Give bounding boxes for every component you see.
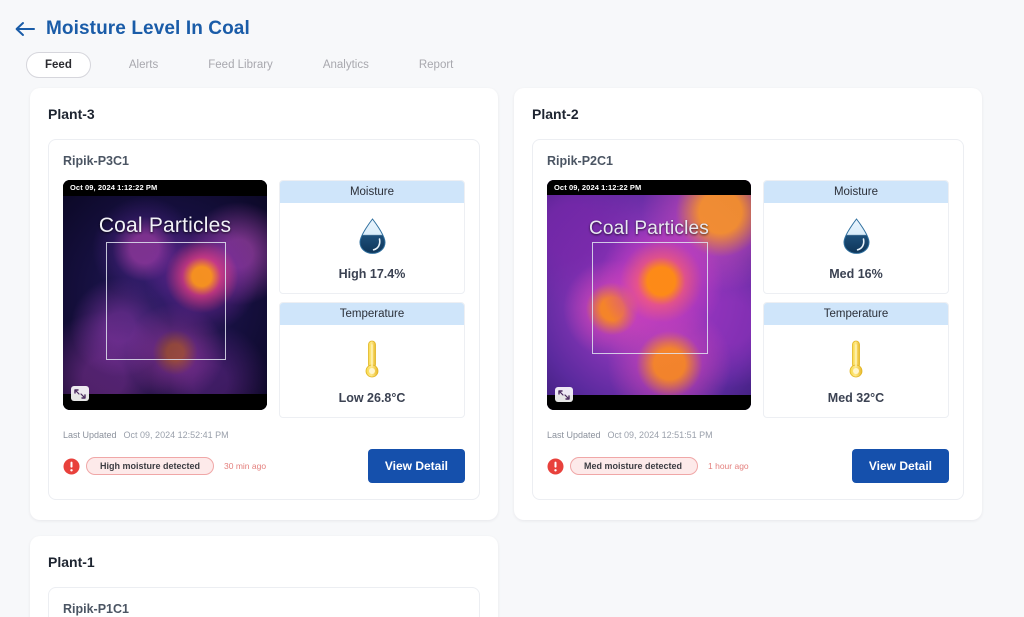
thermal-image[interactable]: Oct 09, 2024 1:12:22 PM Coal Particles: [547, 180, 751, 410]
tab-alerts[interactable]: Alerts: [117, 53, 170, 77]
arrow-left-icon[interactable]: [14, 18, 36, 40]
thermal-bottom-bar: [547, 395, 751, 410]
region-of-interest-box: [592, 242, 708, 354]
thermometer-icon: [846, 339, 866, 384]
feed-footer: Last Updated Oct 09, 2024 12:51:51 PM Med…: [547, 430, 949, 483]
metric-moisture: Moisture: [279, 180, 465, 294]
metric-body: Med 16%: [764, 203, 948, 293]
plant-card-grid: Plant-3 Ripik-P3C1 Oct 09, 2024 1:12:22 …: [30, 88, 994, 617]
footer-row: High moisture detected 30 min ago View D…: [63, 449, 465, 483]
metric-body: Low 26.8°C: [280, 325, 464, 417]
water-droplet-icon: [357, 217, 388, 260]
feed-name: Ripik-P3C1: [63, 154, 129, 168]
page-title: Moisture Level In Coal: [46, 18, 250, 39]
thermal-overlay-label: Coal Particles: [98, 214, 232, 237]
plant-card: Plant-2 Ripik-P2C1 Oct 09, 2024 1:12:22 …: [514, 88, 982, 520]
view-detail-button[interactable]: View Detail: [851, 449, 949, 483]
metric-moisture: Moisture: [763, 180, 949, 294]
alert-exclamation-icon: [547, 458, 564, 475]
alert-exclamation-icon: [63, 458, 80, 475]
feed-name: Ripik-P2C1: [547, 154, 613, 168]
tab-bar: Feed Alerts Feed Library Analytics Repor…: [0, 40, 1024, 78]
last-updated-label: Last Updated: [547, 430, 601, 440]
tab-report[interactable]: Report: [407, 53, 466, 77]
thermal-timestamp: Oct 09, 2024 1:12:22 PM: [554, 183, 642, 192]
plant-title: Plant-2: [532, 106, 579, 122]
last-updated: Last Updated Oct 09, 2024 12:52:41 PM: [63, 430, 465, 440]
metric-value: Med 32°C: [827, 391, 885, 405]
alert-badge: Med moisture detected: [570, 457, 698, 475]
last-updated-value: Oct 09, 2024 12:52:41 PM: [123, 430, 229, 440]
tab-analytics[interactable]: Analytics: [311, 53, 381, 77]
page-header: Moisture Level In Coal: [0, 0, 1024, 40]
thermal-image[interactable]: Oct 09, 2024 1:12:22 PM Coal Particles: [63, 180, 267, 410]
metric-title: Temperature: [280, 303, 464, 325]
metric-panels: Moisture: [279, 180, 465, 418]
metric-title: Temperature: [764, 303, 948, 325]
view-detail-button[interactable]: View Detail: [367, 449, 465, 483]
thermometer-icon: [362, 339, 382, 384]
fullscreen-expand-icon[interactable]: [555, 387, 573, 402]
water-droplet-icon: [841, 217, 872, 260]
metric-title: Moisture: [764, 181, 948, 203]
app-page: Moisture Level In Coal Feed Alerts Feed …: [0, 0, 1024, 617]
feed-name: Ripik-P1C1: [63, 602, 129, 616]
plant-card: Plant-1 Ripik-P1C1: [30, 536, 498, 617]
tab-feed[interactable]: Feed: [26, 52, 91, 78]
metric-value: Low 26.8°C: [338, 391, 406, 405]
feed-footer: Last Updated Oct 09, 2024 12:52:41 PM Hig…: [63, 430, 465, 483]
metric-value: High 17.4%: [338, 267, 406, 281]
tab-feed-library[interactable]: Feed Library: [196, 53, 285, 77]
alert-time-ago: 30 min ago: [224, 461, 267, 471]
metric-body: Med 32°C: [764, 325, 948, 417]
thermal-overlay-label: Coal Particles: [588, 218, 709, 239]
plant-card: Plant-3 Ripik-P3C1 Oct 09, 2024 1:12:22 …: [30, 88, 498, 520]
thermal-bottom-bar: [63, 394, 267, 410]
thermal-timestamp: Oct 09, 2024 1:12:22 PM: [70, 183, 158, 192]
footer-row: Med moisture detected 1 hour ago View De…: [547, 449, 949, 483]
alert-time-ago: 1 hour ago: [708, 461, 749, 471]
fullscreen-expand-icon[interactable]: [71, 386, 89, 401]
feed-card: Ripik-P2C1 Oct 09, 2024 1:12:22 PM Coal …: [532, 139, 964, 500]
feed-card: Ripik-P1C1: [48, 587, 480, 617]
metric-temperature: Temperature: [763, 302, 949, 418]
metric-panels: Moisture: [763, 180, 949, 418]
feed-body: Oct 09, 2024 1:12:22 PM Coal Particles M…: [547, 180, 949, 418]
last-updated: Last Updated Oct 09, 2024 12:51:51 PM: [547, 430, 949, 440]
feed-body: Oct 09, 2024 1:12:22 PM Coal Particles M…: [63, 180, 465, 418]
metric-body: High 17.4%: [280, 203, 464, 293]
feed-card: Ripik-P3C1 Oct 09, 2024 1:12:22 PM Coal …: [48, 139, 480, 500]
alert-badge: High moisture detected: [86, 457, 215, 475]
metric-value: Med 16%: [829, 267, 883, 281]
plant-title: Plant-3: [48, 106, 95, 122]
last-updated-label: Last Updated: [63, 430, 117, 440]
region-of-interest-box: [106, 242, 226, 360]
metric-title: Moisture: [280, 181, 464, 203]
last-updated-value: Oct 09, 2024 12:51:51 PM: [607, 430, 713, 440]
metric-temperature: Temperature: [279, 302, 465, 418]
plant-title: Plant-1: [48, 554, 95, 570]
